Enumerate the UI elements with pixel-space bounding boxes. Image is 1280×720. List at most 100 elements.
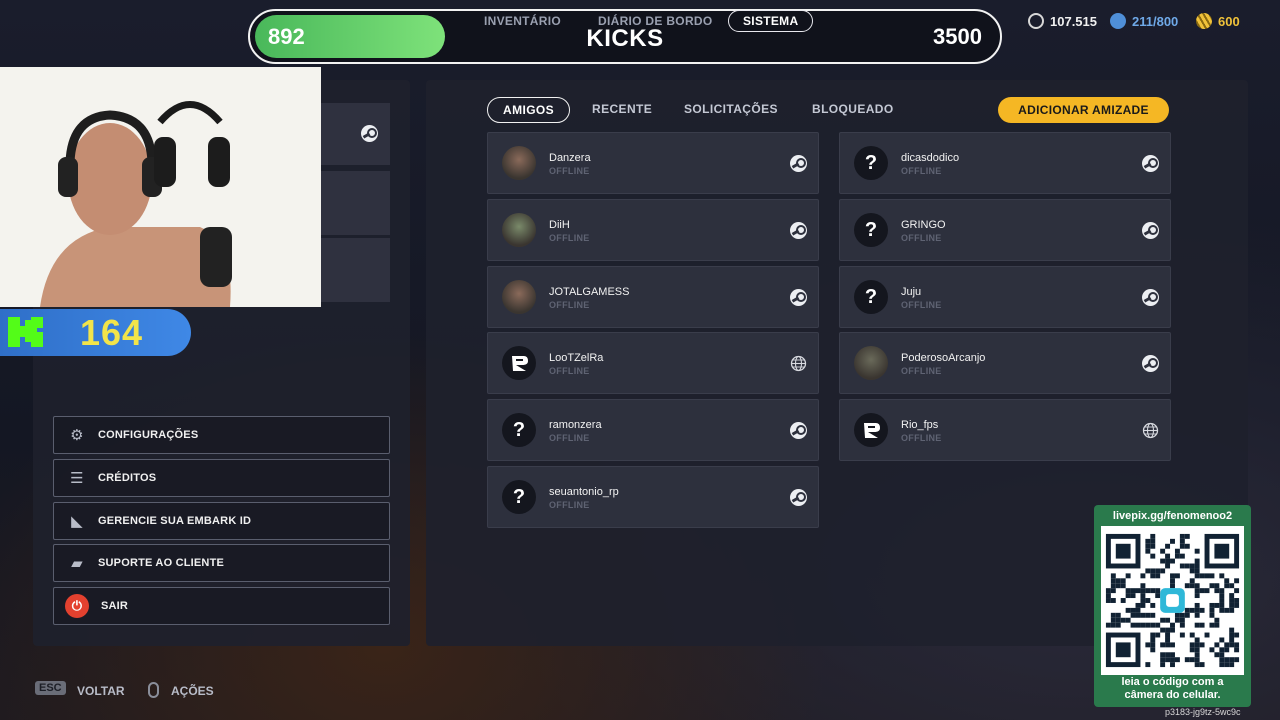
gear-icon: ⚙ bbox=[70, 427, 84, 444]
friend-status: OFFLINE bbox=[549, 366, 590, 376]
tab-inventory[interactable]: INVENTÁRIO bbox=[484, 14, 561, 28]
friend-name: DiiH bbox=[549, 219, 570, 231]
actions-hint[interactable]: AÇÕES bbox=[171, 684, 214, 698]
friend-card[interactable]: ? GRINGO OFFLINE bbox=[839, 199, 1171, 261]
friend-name: Juju bbox=[901, 286, 922, 298]
account-tile[interactable] bbox=[320, 171, 390, 235]
friend-name: ramonzera bbox=[549, 419, 602, 431]
friend-card[interactable]: JOTALGAMESS OFFLINE bbox=[487, 266, 819, 328]
tab-blocked[interactable]: BLOQUEADO bbox=[812, 102, 894, 116]
tab-requests[interactable]: SOLICITAÇÕES bbox=[684, 102, 778, 116]
support-label: SUPORTE AO CLIENTE bbox=[98, 557, 225, 569]
donation-url: livepix.gg/fenomenoo2 bbox=[1112, 510, 1233, 522]
chat-icon: ▰ bbox=[71, 555, 83, 572]
embark-avatar-icon bbox=[854, 413, 888, 447]
friend-name: LooTZelRa bbox=[549, 352, 604, 364]
unknown-avatar-icon: ? bbox=[854, 146, 888, 180]
unknown-avatar-icon: ? bbox=[502, 413, 536, 447]
kick-logo-icon bbox=[8, 317, 43, 347]
steam-icon bbox=[790, 489, 807, 506]
friend-card[interactable]: ? Juju OFFLINE bbox=[839, 266, 1171, 328]
steam-icon bbox=[1142, 155, 1159, 172]
friend-name: seuantonio_rp bbox=[549, 486, 619, 498]
currency-coins-value: 107.515 bbox=[1050, 13, 1097, 29]
unknown-avatar-icon: ? bbox=[854, 213, 888, 247]
steam-icon bbox=[1142, 222, 1159, 239]
friend-card[interactable]: ? seuantonio_rp OFFLINE bbox=[487, 466, 819, 528]
friend-status: OFFLINE bbox=[549, 300, 590, 310]
friend-status: OFFLINE bbox=[901, 233, 942, 243]
steam-icon bbox=[1142, 355, 1159, 372]
mouse-icon bbox=[148, 682, 159, 698]
avatar bbox=[854, 346, 888, 380]
friend-card[interactable]: PoderosoArcanjo OFFLINE bbox=[839, 332, 1171, 394]
avatar bbox=[502, 213, 536, 247]
friend-status: OFFLINE bbox=[901, 433, 942, 443]
steam-icon bbox=[790, 222, 807, 239]
unknown-avatar-icon: ? bbox=[502, 480, 536, 514]
embark-avatar-icon bbox=[502, 346, 536, 380]
unknown-avatar-icon: ? bbox=[854, 280, 888, 314]
bond-icon bbox=[1110, 13, 1126, 29]
friend-card[interactable]: ? ramonzera OFFLINE bbox=[487, 399, 819, 461]
friend-status: OFFLINE bbox=[549, 166, 590, 176]
friend-name: JOTALGAMESS bbox=[549, 286, 630, 298]
globe-icon bbox=[790, 355, 807, 372]
exit-button[interactable]: ⏻ SAIR bbox=[53, 587, 390, 625]
avatar bbox=[502, 280, 536, 314]
globe-icon bbox=[1142, 422, 1159, 439]
qr-caption-line: leia o código com a bbox=[1121, 676, 1224, 688]
friend-card[interactable]: LooTZelRa OFFLINE bbox=[487, 332, 819, 394]
friend-card[interactable]: Rio_fps OFFLINE bbox=[839, 399, 1171, 461]
friend-status: OFFLINE bbox=[549, 500, 590, 510]
friend-card[interactable]: ? dicasdodico OFFLINE bbox=[839, 132, 1171, 194]
tab-logbook[interactable]: DIÁRIO DE BORDO bbox=[598, 14, 713, 28]
tab-system[interactable]: SISTEMA bbox=[728, 10, 814, 32]
friend-status: OFFLINE bbox=[901, 166, 942, 176]
steam-icon bbox=[361, 125, 378, 142]
friend-card[interactable]: DiiH OFFLINE bbox=[487, 199, 819, 261]
account-tile[interactable] bbox=[320, 238, 390, 302]
settings-button[interactable]: ⚙ CONFIGURAÇÕES bbox=[53, 416, 390, 454]
friend-name: GRINGO bbox=[901, 219, 946, 231]
friend-card[interactable]: Danzera OFFLINE bbox=[487, 132, 819, 194]
coin-icon bbox=[1028, 13, 1044, 29]
tab-friends[interactable]: AMIGOS bbox=[487, 97, 571, 123]
account-tile-steam[interactable] bbox=[320, 103, 390, 165]
back-hint[interactable]: VOLTAR bbox=[77, 684, 125, 698]
webcam-image bbox=[0, 67, 321, 307]
session-code: p3183-jg9tz-5wc9c bbox=[1165, 707, 1241, 717]
gold-icon bbox=[1196, 13, 1212, 29]
webcam-overlay bbox=[0, 67, 321, 307]
support-button[interactable]: ▰ SUPORTE AO CLIENTE bbox=[53, 544, 390, 582]
currency-coins: 107.515 bbox=[1028, 13, 1097, 29]
avatar bbox=[502, 146, 536, 180]
steam-icon bbox=[790, 422, 807, 439]
credits-button[interactable]: ☰ CRÉDITOS bbox=[53, 459, 390, 497]
friend-name: Rio_fps bbox=[901, 419, 939, 431]
tab-recent[interactable]: RECENTE bbox=[592, 102, 652, 116]
friend-status: OFFLINE bbox=[549, 233, 590, 243]
steam-icon bbox=[1142, 289, 1159, 306]
page-title: KICKS bbox=[586, 25, 664, 52]
qr-code-image bbox=[1101, 526, 1244, 675]
xp-max-value: 3500 bbox=[933, 24, 982, 49]
embark-id-button[interactable]: ◣ GERENCIE SUA EMBARK ID bbox=[53, 502, 390, 540]
currency-gold-value: 600 bbox=[1218, 13, 1240, 29]
add-friend-button[interactable]: ADICIONAR AMIZADE bbox=[998, 97, 1169, 123]
qr-caption: leia o código com a câmera do celular. bbox=[1094, 676, 1251, 702]
friend-name: PoderosoArcanjo bbox=[901, 352, 986, 364]
steam-icon bbox=[790, 289, 807, 306]
xp-progress-bar: 892 KICKS 3500 INVENTÁRIO DIÁRIO DE BORD… bbox=[248, 9, 1002, 64]
friend-name: Danzera bbox=[549, 152, 591, 164]
qr-caption-line: câmera do celular. bbox=[1124, 689, 1221, 701]
boot-icon: ◣ bbox=[71, 513, 83, 530]
list-icon: ☰ bbox=[70, 470, 84, 487]
esc-key-icon: ESC bbox=[35, 681, 66, 695]
power-icon: ⏻ bbox=[65, 594, 89, 618]
exit-label: SAIR bbox=[101, 600, 129, 612]
donation-qr-overlay: livepix.gg/fenomenoo2 leia o código com … bbox=[1094, 505, 1251, 707]
steam-icon bbox=[790, 155, 807, 172]
credits-label: CRÉDITOS bbox=[98, 472, 157, 484]
kick-follower-count: 164 bbox=[80, 312, 144, 353]
